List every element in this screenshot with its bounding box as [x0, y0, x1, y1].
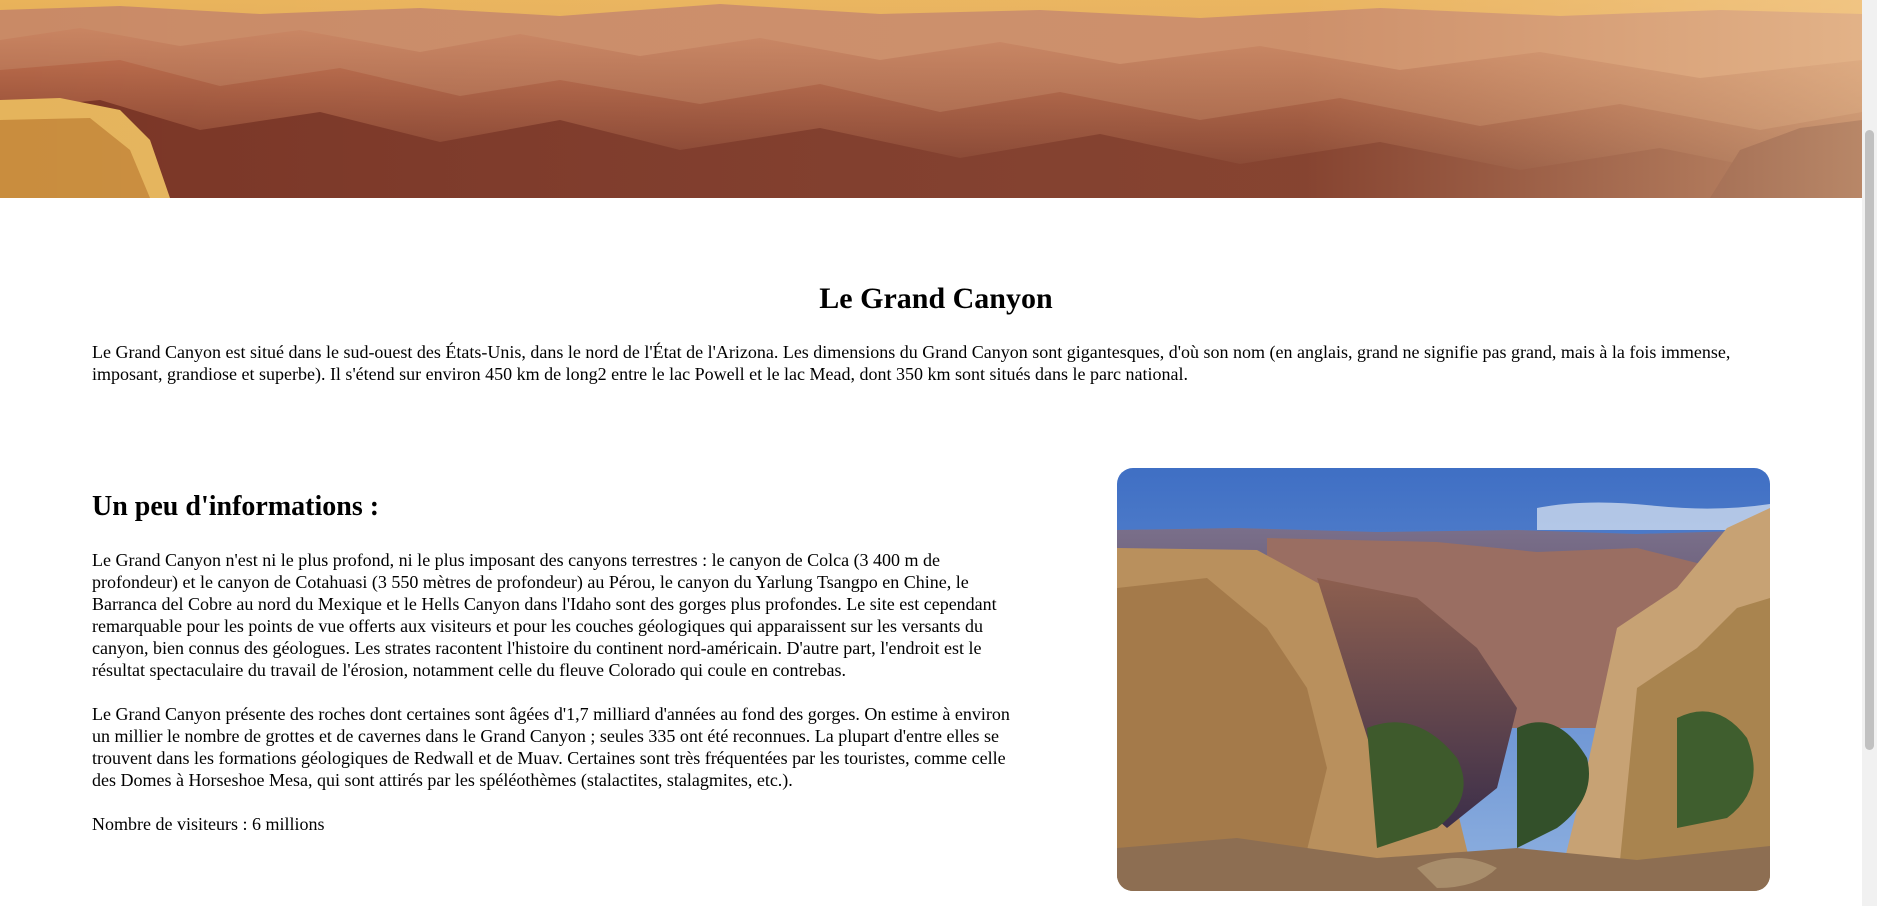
info-column: Le Grand Canyon n'est ni le plus profond…: [92, 549, 1027, 857]
canyon-photo-illustration: [1117, 468, 1770, 891]
info-paragraph-1: Le Grand Canyon n'est ni le plus profond…: [92, 550, 997, 680]
vertical-scrollbar[interactable]: [1862, 0, 1877, 906]
info-heading: Un peu d'informations :: [92, 491, 380, 522]
page: Le Grand Canyon Le Grand Canyon est situ…: [0, 0, 1862, 906]
page-title: Le Grand Canyon: [819, 282, 1053, 315]
visitors-count: Nombre de visiteurs : 6 millions: [92, 814, 325, 834]
intro-paragraph: Le Grand Canyon est situé dans le sud-ou…: [92, 342, 1731, 384]
banner-image: [0, 0, 1862, 198]
info-paragraph-2: Le Grand Canyon présente des roches dont…: [92, 704, 1010, 790]
canyon-photo: [1117, 468, 1770, 891]
banner-canyon-illustration: [0, 0, 1862, 198]
scrollbar-thumb[interactable]: [1865, 130, 1874, 750]
